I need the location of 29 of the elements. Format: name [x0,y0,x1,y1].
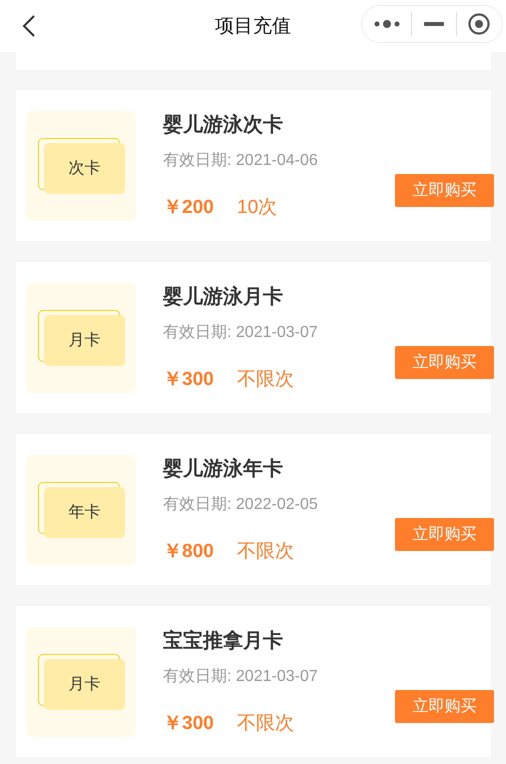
target-icon[interactable] [468,13,490,35]
validity-date: 有效日期: 2021-03-07 [163,323,319,343]
price: ￥300 [163,369,215,391]
validity-date: 有效日期: 2022-02-05 [163,495,319,515]
card-type-label: 月卡 [68,674,100,695]
back-icon[interactable] [22,14,36,38]
more-icon[interactable] [374,19,400,29]
price: ￥200 [163,197,215,219]
card-type-label: 月卡 [68,330,100,351]
product-name: 宝宝推拿月卡 [163,628,284,654]
buy-button[interactable]: 立即购买 [395,518,494,551]
usage-count: 不限次 [237,369,295,391]
buy-button[interactable]: 立即购买 [395,174,494,207]
buy-button[interactable]: 立即购买 [395,346,494,379]
validity-date: 有效日期: 2021-03-07 [163,667,319,687]
product-name: 婴儿游泳次卡 [163,112,284,138]
usage-count: 不限次 [237,541,295,563]
page-title: 项目充值 [214,15,292,39]
card-type-label: 年卡 [68,502,100,523]
usage-count: 不限次 [237,713,295,735]
card-type-label: 次卡 [68,158,100,179]
usage-count: 10次 [237,197,278,219]
product-name: 婴儿游泳月卡 [163,284,284,310]
price: ￥300 [163,713,215,735]
product-name: 婴儿游泳年卡 [163,456,284,482]
buy-button[interactable]: 立即购买 [395,690,494,723]
price: ￥800 [163,541,215,563]
validity-date: 有效日期: 2021-04-06 [163,151,319,171]
minimize-icon[interactable] [424,22,444,26]
